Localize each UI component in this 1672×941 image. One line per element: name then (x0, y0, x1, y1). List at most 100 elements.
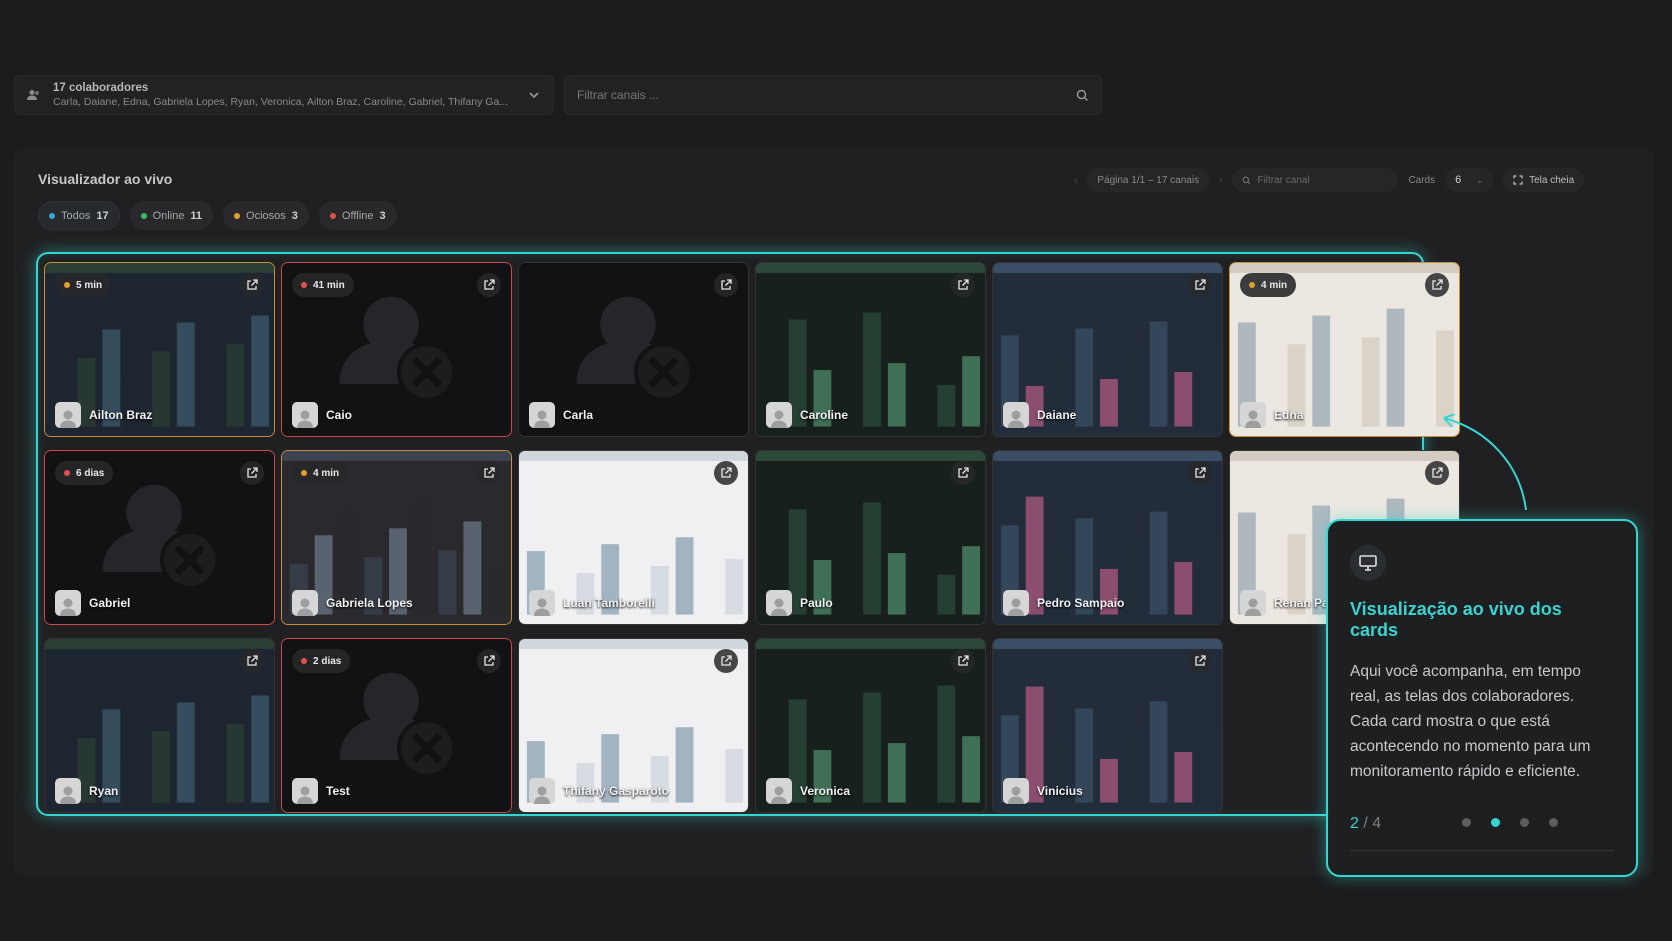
filter-label: Offline (341, 209, 374, 222)
channel-card[interactable]: 41 min Caio (281, 262, 512, 437)
card-footer: Caio (292, 402, 352, 428)
open-external-icon[interactable] (951, 461, 975, 485)
tour-dot-active[interactable] (1491, 818, 1500, 827)
filter-canal-placeholder: Filtrar canal (1257, 174, 1310, 186)
open-external-icon[interactable] (240, 649, 264, 673)
channel-search-input[interactable] (577, 88, 1076, 102)
open-external-icon[interactable] (1188, 273, 1212, 297)
tour-dot[interactable] (1520, 818, 1529, 827)
filter-label: Ociosos (246, 209, 286, 222)
filter-label: Online (152, 209, 185, 222)
card-user-name: Gabriel (89, 596, 131, 610)
card-footer: Ryan (55, 778, 118, 804)
channel-card[interactable]: Luan Tamborelli (518, 450, 749, 625)
tour-title: Visualização ao vivo dos cards (1350, 599, 1562, 640)
card-user-name: Veronica (800, 784, 851, 798)
avatar (292, 778, 318, 804)
avatar (292, 402, 318, 428)
open-external-icon[interactable] (240, 273, 264, 297)
open-external-icon[interactable] (951, 273, 975, 297)
channel-card[interactable]: 2 dias Test (281, 638, 512, 813)
filter-online[interactable]: Online 11 (129, 201, 214, 230)
open-external-icon[interactable] (240, 461, 264, 485)
avatar (55, 590, 81, 616)
channel-card[interactable]: Paulo (755, 450, 986, 625)
card-footer: Paulo (766, 590, 833, 616)
tour-arrow-icon (1443, 414, 1527, 511)
fullscreen-icon (1513, 175, 1523, 185)
chevron-down-icon[interactable] (527, 88, 541, 102)
status-dot (140, 212, 147, 219)
channel-card[interactable]: Ryan (44, 638, 275, 813)
open-external-icon[interactable] (1188, 461, 1212, 485)
card-footer: Ailton Braz (55, 402, 152, 428)
channel-card[interactable]: Pedro Sampaio (992, 450, 1223, 625)
status-dot (234, 212, 241, 219)
open-external-icon[interactable] (714, 273, 738, 297)
filter-label: Todos (61, 209, 91, 222)
next-page-icon[interactable]: › (1219, 175, 1222, 186)
fullscreen-label: Tela cheia (1529, 174, 1575, 186)
time-badge-label: 6 dias (76, 467, 105, 479)
tour-dot[interactable] (1549, 818, 1558, 827)
channel-card[interactable]: 5 min Ailton Braz (44, 262, 275, 437)
channel-card[interactable]: Carla (518, 262, 749, 437)
avatar (1003, 778, 1029, 804)
collaborators-select[interactable]: 17 colaboradores Carla, Daiane, Edna, Ga… (14, 75, 554, 115)
tour-dot[interactable] (1462, 818, 1471, 827)
channel-search[interactable] (564, 75, 1102, 115)
card-footer: Pedro Sampaio (1003, 590, 1124, 616)
status-dot (301, 658, 307, 664)
cards-value: 6 (1455, 174, 1462, 186)
open-external-icon[interactable] (951, 649, 975, 673)
tour-popover: Visualização ao vivo dos cards Aqui você… (1326, 519, 1638, 877)
open-external-icon[interactable] (477, 649, 501, 673)
filter-todos[interactable]: Todos 17 (38, 201, 120, 230)
card-footer: Edna (1240, 402, 1303, 428)
channel-card[interactable]: Thifany Gasparoto (518, 638, 749, 813)
card-footer: Caroline (766, 402, 848, 428)
open-external-icon[interactable] (1425, 273, 1449, 297)
channel-card[interactable]: Caroline (755, 262, 986, 437)
channel-card[interactable]: Veronica (755, 638, 986, 813)
card-user-name: Test (326, 784, 350, 798)
monitor-icon (1350, 545, 1386, 581)
card-user-name: Thifany Gasparoto (563, 784, 670, 798)
collaborators-names: Carla, Daiane, Edna, Gabriela Lopes, Rya… (53, 96, 509, 108)
channel-card[interactable]: Daiane (992, 262, 1223, 437)
open-external-icon[interactable] (714, 461, 738, 485)
cards-per-row-select[interactable]: 6 ⌄ (1445, 168, 1494, 192)
panel-title: Visualizador ao vivo (38, 171, 173, 187)
prev-page-icon[interactable]: ‹ (1074, 175, 1077, 186)
tour-step-current: 2 (1350, 815, 1359, 832)
search-icon[interactable] (1076, 89, 1089, 102)
card-user-name: Ailton Braz (89, 408, 153, 422)
open-external-icon[interactable] (477, 461, 501, 485)
status-dot (1249, 282, 1255, 288)
avatar (766, 778, 792, 804)
open-external-icon[interactable] (477, 273, 501, 297)
open-external-icon[interactable] (1188, 649, 1212, 673)
avatar (292, 590, 318, 616)
fullscreen-button[interactable]: Tela cheia (1503, 168, 1585, 192)
tour-body: Aqui você acompanha, em tempo real, as t… (1350, 663, 1591, 780)
filter-count: 11 (190, 209, 203, 222)
tour-dots (1462, 818, 1558, 827)
filter-canal-input[interactable]: Filtrar canal (1232, 168, 1399, 192)
tour-divider (1350, 850, 1614, 851)
card-user-name: Ryan (89, 784, 119, 798)
card-user-name: Carla (563, 408, 594, 422)
channel-card[interactable]: 6 dias Gabriel (44, 450, 275, 625)
open-external-icon[interactable] (714, 649, 738, 673)
collaborators-count: 17 colaboradores (53, 82, 149, 94)
card-footer: Test (292, 778, 350, 804)
channel-card[interactable]: Vinicius (992, 638, 1223, 813)
card-footer: Daiane (1003, 402, 1076, 428)
channel-card[interactable]: 4 min Edna (1229, 262, 1460, 437)
filter-ociosos[interactable]: Ociosos 3 (223, 201, 309, 230)
card-user-name: Paulo (800, 596, 833, 610)
filter-offline[interactable]: Offline 3 (318, 201, 397, 230)
avatar (1003, 590, 1029, 616)
channel-card[interactable]: 4 min Gabriela Lopes (281, 450, 512, 625)
card-footer: Carla (529, 402, 593, 428)
